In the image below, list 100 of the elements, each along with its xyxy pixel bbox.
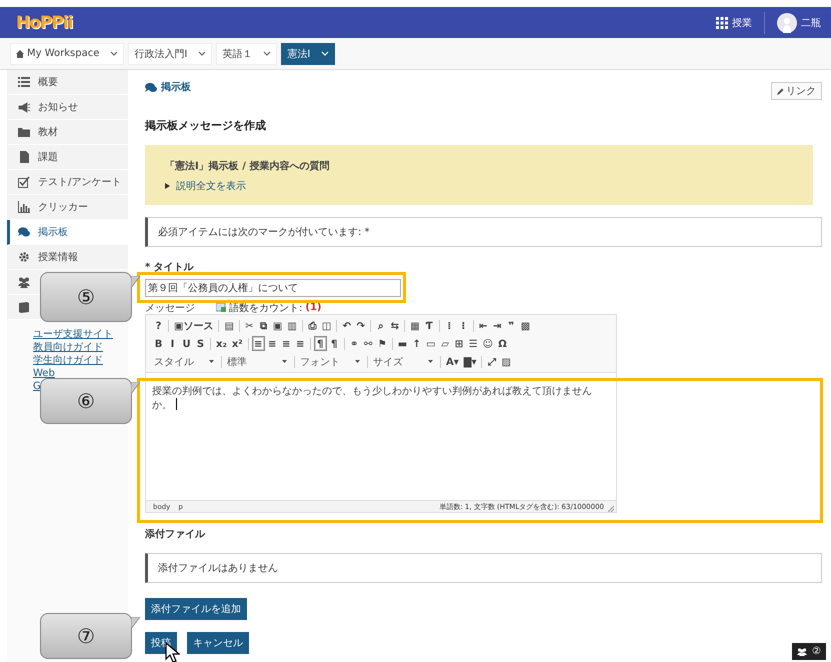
toolbar-button[interactable]: ⚑ xyxy=(376,336,389,351)
word-count-value: (1) xyxy=(305,302,322,313)
toolbar-button[interactable]: Ω xyxy=(496,336,510,351)
toolbar-button[interactable]: ⚭ xyxy=(348,336,361,351)
toolbar-button[interactable]: ▣ソース xyxy=(172,318,216,333)
chat-icon xyxy=(145,82,157,92)
toolbar-button[interactable]: ◫ xyxy=(320,318,334,333)
chat-icon xyxy=(18,226,30,238)
toolbar-button[interactable]: ⇥ xyxy=(490,318,504,333)
pointer-tail-icon xyxy=(131,276,140,288)
toolbar-button[interactable]: ⌕ xyxy=(374,318,388,333)
sidebar-item[interactable]: 掲示板 xyxy=(7,220,128,245)
toolbar-button[interactable]: ¶ xyxy=(328,336,341,351)
format-dropdown[interactable]: スタイル xyxy=(152,354,218,369)
help-link[interactable]: 教員向けガイド xyxy=(33,342,128,354)
format-dropdown[interactable]: 標準 xyxy=(225,354,291,369)
add-attachment-button[interactable]: 添付ファイルを追加 xyxy=(145,598,247,620)
sidebar-item[interactable]: テスト/アンケート xyxy=(7,170,128,195)
link-button[interactable]: リンク xyxy=(771,82,822,100)
expand-link[interactable]: 説明全文を表示 xyxy=(165,179,813,193)
book-icon xyxy=(18,301,30,313)
toolbar-button[interactable]: ▣ xyxy=(270,318,284,333)
toolbar-button[interactable]: ▨ xyxy=(499,354,513,369)
folder-icon xyxy=(18,126,30,138)
toolbar-button[interactable]: x₂ xyxy=(214,336,229,351)
sidebar-item[interactable]: お知らせ xyxy=(7,95,128,120)
topic-title: 「憲法Ⅰ」掲示板 / 授業内容への質問 xyxy=(165,159,330,173)
toolbar-button[interactable]: ✂ xyxy=(242,318,256,333)
toolbar-button[interactable]: ▩ xyxy=(518,318,532,333)
help-link[interactable]: 学生向けガイド xyxy=(33,355,128,367)
no-attachments-note: 添付ファイルはありません xyxy=(158,562,278,575)
sidebar-item[interactable]: 教材 xyxy=(7,120,128,145)
user-name[interactable]: 二瓶 xyxy=(801,16,821,30)
toolbar-button[interactable]: ▥ xyxy=(285,318,299,333)
toolbar-button[interactable]: ≡ xyxy=(294,336,307,351)
toolbar-button[interactable]: ▦ xyxy=(408,318,422,333)
site-tab[interactable]: 行政法入門Ⅰ xyxy=(128,42,212,64)
toolbar-button[interactable]: Ƭ xyxy=(422,318,436,333)
resize-grip-icon xyxy=(608,506,614,512)
people-icon xyxy=(797,648,808,656)
toolbar-button[interactable]: ▤ xyxy=(222,318,236,333)
toolbar-button[interactable]: B xyxy=(152,336,165,351)
sidebar-item[interactable]: 課題 xyxy=(7,145,128,170)
toolbar-button[interactable]: ↷ xyxy=(354,318,368,333)
document-icon xyxy=(18,151,30,163)
home-icon xyxy=(16,50,24,58)
title-label: * タイトル xyxy=(145,261,195,274)
toolbar-button[interactable]: ▬ xyxy=(396,336,410,351)
checkbox-icon xyxy=(18,176,30,188)
people-icon xyxy=(18,276,30,288)
sidebar-item[interactable]: 授業情報 xyxy=(7,245,128,270)
title-field[interactable]: 第９回「公務員の人権」について xyxy=(145,279,401,297)
toolbar-button[interactable]: ⧉ xyxy=(256,318,270,333)
toolbar-button[interactable]: A▾ xyxy=(444,354,461,369)
toolbar-button[interactable]: ▇▾ xyxy=(462,354,478,369)
page-title[interactable]: 掲示板 xyxy=(161,80,191,94)
sidebar-item[interactable]: クリッカー xyxy=(7,195,128,220)
toolbar-button[interactable]: ⚯ xyxy=(362,336,375,351)
sidebar-item[interactable]: 概要 xyxy=(7,70,128,95)
toolbar-button[interactable]: ⇤ xyxy=(476,318,490,333)
cancel-button[interactable]: キャンセル xyxy=(187,632,249,654)
logo[interactable]: HoPPii xyxy=(16,12,72,32)
toolbar-button[interactable]: ⤢ xyxy=(485,354,498,369)
word-count-label[interactable]: 語数をカウント: xyxy=(229,300,302,314)
toolbar-button[interactable]: ⎙ xyxy=(306,318,319,333)
format-dropdown[interactable]: フォント xyxy=(298,354,364,369)
toolbar-button[interactable]: ? xyxy=(152,318,165,333)
toolbar-button[interactable]: U xyxy=(180,336,193,351)
toolbar-button[interactable]: x² xyxy=(230,336,245,351)
toolbar-button[interactable]: ↑ xyxy=(410,336,424,351)
chevron-icon xyxy=(321,51,330,56)
toolbar-button[interactable]: ▱ xyxy=(438,336,452,351)
format-dropdown[interactable]: サイズ xyxy=(371,354,437,369)
toolbar-button[interactable]: ❞ xyxy=(504,318,518,333)
toolbar-button[interactable]: ¶ xyxy=(314,336,327,351)
toolbar-button[interactable]: ☰ xyxy=(466,336,480,351)
toolbar-button[interactable]: ≡ xyxy=(252,336,265,351)
toolbar-button[interactable]: ☺ xyxy=(480,336,496,351)
site-tab[interactable]: 憲法Ⅰ xyxy=(281,42,336,64)
help-link[interactable]: Web xyxy=(33,368,128,380)
toolbar-button[interactable]: I xyxy=(166,336,179,351)
site-tab[interactable]: 英語１ xyxy=(216,42,278,64)
toolbar-button[interactable]: ↶ xyxy=(340,318,354,333)
grid-icon xyxy=(716,16,728,28)
apps-link[interactable]: 授業 xyxy=(732,16,752,30)
toolbar-button[interactable]: ⁝ xyxy=(456,318,470,333)
toolbar-button[interactable]: ≡ xyxy=(280,336,293,351)
help-link[interactable]: ユーザ支援サイト xyxy=(33,329,128,341)
toolbar-button[interactable]: ⁞ xyxy=(442,318,456,333)
toolbar-button[interactable]: ▭ xyxy=(424,336,438,351)
megaphone-icon xyxy=(18,101,30,113)
toolbar-button[interactable]: ⇆ xyxy=(388,318,402,333)
site-tab[interactable]: My Workspace xyxy=(10,42,124,64)
avatar-icon xyxy=(777,12,797,32)
toolbar-button[interactable]: ⊞ xyxy=(452,336,466,351)
toolbar-button[interactable]: ≡ xyxy=(266,336,279,351)
presence-badge[interactable]: ② xyxy=(792,643,826,660)
pointer-tail-icon xyxy=(131,382,140,394)
toolbar-button[interactable]: S xyxy=(194,336,207,351)
pointer-tail-icon xyxy=(131,617,140,629)
